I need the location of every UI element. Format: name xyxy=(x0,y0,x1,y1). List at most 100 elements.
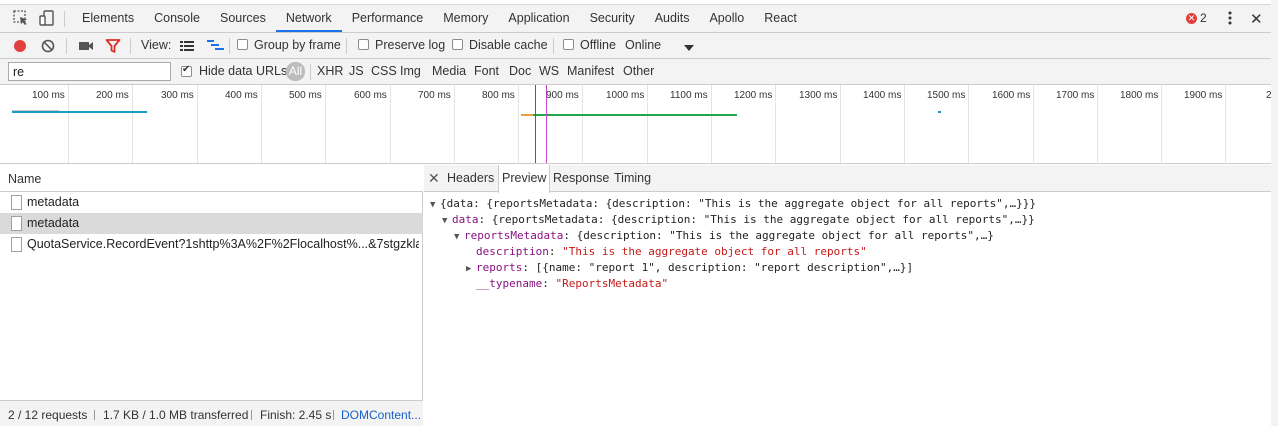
tab-apollo[interactable]: Apollo xyxy=(699,5,754,32)
request-detail-pane: ✕ Headers Preview Response Timing ▼ {data… xyxy=(424,165,1278,426)
type-filter-font[interactable]: Font xyxy=(474,64,499,78)
tab-performance[interactable]: Performance xyxy=(342,5,434,32)
request-name: metadata xyxy=(27,195,80,209)
transfer-size: 1.7 KB / 1.0 MB transferred xyxy=(103,408,249,422)
scrollbar-track[interactable] xyxy=(1271,0,1278,426)
tab-preview[interactable]: Preview xyxy=(498,165,551,193)
network-status-bar: 2 / 12 requests 1.7 KB / 1.0 MB transfer… xyxy=(0,400,423,426)
group-by-frame-label: Group by frame xyxy=(254,38,341,52)
close-detail-icon[interactable]: ✕ xyxy=(428,170,440,187)
tab-elements[interactable]: Elements xyxy=(72,5,144,32)
tree-key: reportsMetadata xyxy=(464,229,564,242)
overview-tick-label: 1400 ms xyxy=(863,90,902,101)
tab-console[interactable]: Console xyxy=(144,5,210,32)
filter-input[interactable] xyxy=(8,62,171,81)
request-name: QuotaService.RecordEvent?1shttp%3A%2F%2F… xyxy=(27,237,419,251)
overview-bar xyxy=(938,111,941,113)
toolbar-divider xyxy=(64,11,65,27)
overview-gridline xyxy=(775,85,776,163)
devtools-tabbar: Elements Console Sources Network Perform… xyxy=(0,0,1278,33)
type-filter-css[interactable]: CSS xyxy=(371,64,397,78)
close-icon[interactable]: ✕ xyxy=(1250,10,1263,28)
overview-tick-label: 800 ms xyxy=(482,90,515,101)
type-filter-js[interactable]: JS xyxy=(349,64,364,78)
tree-node-root[interactable]: ▼ {data: {reportsMetadata: {description: … xyxy=(430,196,1036,212)
expanded-triangle-icon: ▼ xyxy=(442,216,448,226)
tree-key: description xyxy=(476,245,549,258)
preserve-log-checkbox[interactable] xyxy=(358,39,369,50)
type-filter-doc[interactable]: Doc xyxy=(509,64,531,78)
error-count-badge[interactable]: ✕ 2 xyxy=(1186,11,1207,25)
disable-cache-label: Disable cache xyxy=(469,38,548,52)
overview-bar xyxy=(12,111,147,113)
network-overview-timeline[interactable]: 100 ms 200 ms 300 ms 400 ms 500 ms 600 ms 700 … xyxy=(0,85,1278,164)
column-header-name[interactable]: Name xyxy=(0,165,423,192)
overview-tick-label: 200 ms xyxy=(96,90,129,101)
device-toolbar-icon[interactable] xyxy=(38,9,56,27)
large-rows-icon[interactable] xyxy=(180,40,194,55)
request-list: Name metadata metadata QuotaService.Reco… xyxy=(0,165,423,426)
error-count: 2 xyxy=(1200,11,1207,25)
overview-tick-label: 1900 ms xyxy=(1184,90,1223,101)
column-header-label: Name xyxy=(8,172,42,186)
tab-memory[interactable]: Memory xyxy=(433,5,498,32)
toolbar-divider xyxy=(130,38,131,54)
type-filter-media[interactable]: Media xyxy=(432,64,466,78)
overview-bar xyxy=(521,114,533,116)
overview-gridline xyxy=(840,85,841,163)
tree-value: : {reportsMetadata: {description: "This … xyxy=(478,213,1035,226)
tree-node-data[interactable]: ▼ data: {reportsMetadata: {description: "… xyxy=(442,212,1035,228)
request-row[interactable]: metadata xyxy=(0,192,423,213)
finish-time: Finish: 2.45 s xyxy=(260,408,332,422)
overview-tick-label: 1600 ms xyxy=(992,90,1031,101)
type-filter-other[interactable]: Other xyxy=(623,64,654,78)
tab-network[interactable]: Network xyxy=(275,5,342,32)
request-row[interactable]: metadata xyxy=(0,213,423,234)
type-filter-all[interactable]: All xyxy=(286,62,305,81)
tree-string-value: "This is the aggregate object for all re… xyxy=(562,245,867,258)
chevron-down-icon[interactable] xyxy=(684,41,694,55)
request-row[interactable]: QuotaService.RecordEvent?1shttp%3A%2F%2F… xyxy=(0,234,423,255)
collapsed-triangle-icon: ▶ xyxy=(466,264,472,274)
network-toolbar: View: Group by frame Preserve log Disabl… xyxy=(0,33,1278,59)
overview-gridline xyxy=(647,85,648,163)
waterfall-view-icon[interactable] xyxy=(207,39,225,56)
tab-response[interactable]: Response xyxy=(550,165,612,192)
disable-cache-checkbox[interactable] xyxy=(452,39,463,50)
type-filter-img[interactable]: Img xyxy=(400,64,421,78)
tab-application[interactable]: Application xyxy=(498,5,579,32)
overview-gridline xyxy=(582,85,583,163)
toolbar-divider xyxy=(346,38,347,54)
overview-gridline xyxy=(132,85,133,163)
tab-sources[interactable]: Sources xyxy=(210,5,276,32)
clear-icon[interactable] xyxy=(40,38,56,57)
tab-audits[interactable]: Audits xyxy=(645,5,700,32)
group-by-frame-checkbox[interactable] xyxy=(237,39,248,50)
tab-react[interactable]: React xyxy=(754,5,807,32)
hide-data-urls-checkbox[interactable] xyxy=(181,64,192,77)
type-filter-ws[interactable]: WS xyxy=(539,64,559,78)
file-icon xyxy=(11,216,22,231)
inspect-element-icon[interactable] xyxy=(12,9,30,27)
tree-node-text: {data: {reportsMetadata: {description: "… xyxy=(440,197,1037,210)
type-filter-xhr[interactable]: XHR xyxy=(317,64,343,78)
tree-node-reports[interactable]: ▶ reports: [{name: "report 1", descriptio… xyxy=(466,260,913,276)
tab-timing[interactable]: Timing xyxy=(611,165,654,192)
more-options-icon[interactable] xyxy=(1226,10,1234,26)
overview-gridline xyxy=(325,85,326,163)
type-filter-manifest[interactable]: Manifest xyxy=(567,64,614,78)
tree-node-reports-metadata[interactable]: ▼ reportsMetadata: {description: "This is… xyxy=(454,228,994,244)
filter-icon[interactable] xyxy=(105,38,121,57)
overview-gridline xyxy=(261,85,262,163)
tab-headers[interactable]: Headers xyxy=(444,165,497,192)
offline-checkbox[interactable] xyxy=(563,39,574,50)
throttling-select[interactable]: Online xyxy=(625,38,661,52)
preserve-log-label: Preserve log xyxy=(375,38,446,52)
status-divider xyxy=(333,410,334,420)
record-icon[interactable] xyxy=(12,38,28,57)
toolbar-divider xyxy=(66,38,67,54)
overview-gridline xyxy=(454,85,455,163)
tab-security[interactable]: Security xyxy=(580,5,645,32)
screenshot-camera-icon[interactable] xyxy=(78,39,94,56)
dom-content-loaded-time: DOMContent... xyxy=(341,408,422,422)
